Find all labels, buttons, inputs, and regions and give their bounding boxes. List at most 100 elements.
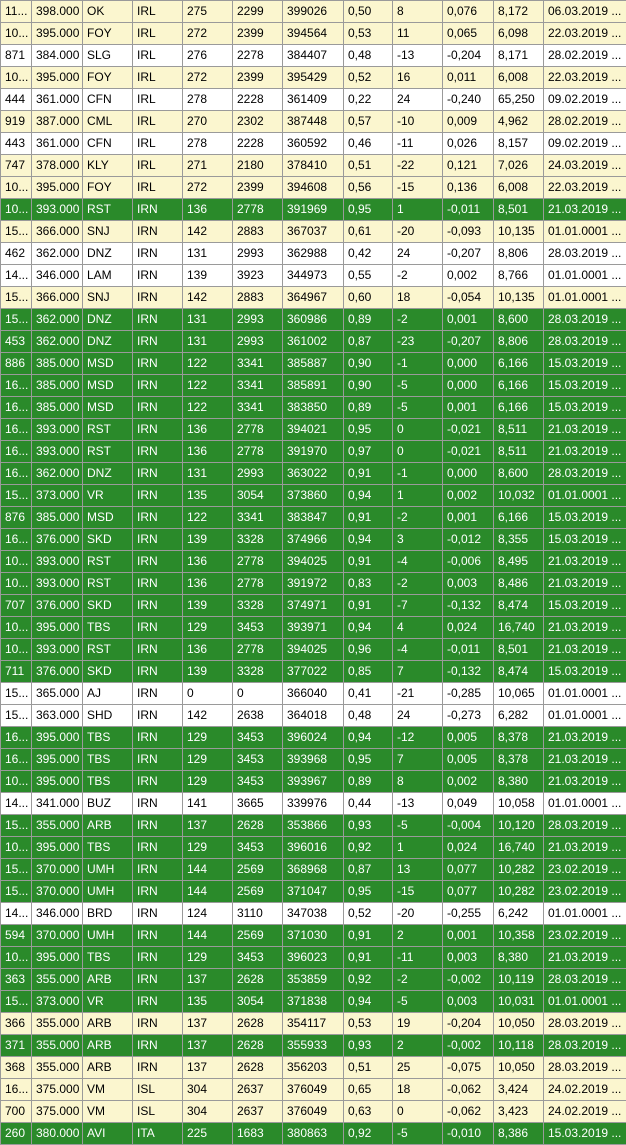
num-a-cell[interactable]: 139	[183, 529, 233, 551]
value-cell[interactable]: 6,166	[494, 397, 544, 419]
num-b-cell[interactable]: 2299	[233, 1, 283, 23]
value-cell[interactable]: 10,118	[494, 1035, 544, 1057]
date-cell[interactable]: 23.02.2019 ...	[544, 925, 626, 947]
value-cell[interactable]: 8,157	[494, 133, 544, 155]
price-cell[interactable]: 387.000	[32, 111, 83, 133]
code-cell[interactable]: SKD	[83, 661, 133, 683]
change-cell[interactable]: 0,049	[443, 793, 494, 815]
date-cell[interactable]: 01.01.0001 ...	[544, 287, 626, 309]
country-cell[interactable]: IRN	[133, 529, 183, 551]
ref-cell[interactable]: 399026	[283, 1, 344, 23]
delta-cell[interactable]: -11	[393, 947, 443, 969]
price-cell[interactable]: 378.000	[32, 155, 83, 177]
value-cell[interactable]: 10,120	[494, 815, 544, 837]
delta-cell[interactable]: 0	[393, 419, 443, 441]
date-cell[interactable]: 21.03.2019 ...	[544, 419, 626, 441]
code-cell[interactable]: UMH	[83, 881, 133, 903]
date-cell[interactable]: 21.03.2019 ...	[544, 947, 626, 969]
id-cell[interactable]: 11...	[1, 1, 32, 23]
country-cell[interactable]: IRL	[133, 177, 183, 199]
date-cell[interactable]: 06.03.2019 ...	[544, 1, 626, 23]
value-cell[interactable]: 10,135	[494, 221, 544, 243]
country-cell[interactable]: IRN	[133, 639, 183, 661]
table-row[interactable]: 14...346.000LAMIRN13939233449730,55-20,0…	[1, 265, 626, 287]
code-cell[interactable]: SNJ	[83, 287, 133, 309]
delta-cell[interactable]: 7	[393, 749, 443, 771]
num-b-cell[interactable]: 3110	[233, 903, 283, 925]
code-cell[interactable]: SKD	[83, 595, 133, 617]
ref-cell[interactable]: 394021	[283, 419, 344, 441]
delta-cell[interactable]: -20	[393, 221, 443, 243]
ratio-cell[interactable]: 0,89	[344, 771, 393, 793]
date-cell[interactable]: 22.03.2019 ...	[544, 177, 626, 199]
date-cell[interactable]: 01.01.0001 ...	[544, 903, 626, 925]
ref-cell[interactable]: 385887	[283, 353, 344, 375]
ref-cell[interactable]: 363022	[283, 463, 344, 485]
table-row[interactable]: 15...373.000VRIRN13530543738600,9410,002…	[1, 485, 626, 507]
price-cell[interactable]: 355.000	[32, 969, 83, 991]
ratio-cell[interactable]: 0,65	[344, 1079, 393, 1101]
date-cell[interactable]: 22.03.2019 ...	[544, 23, 626, 45]
delta-cell[interactable]: 0	[393, 1101, 443, 1123]
price-cell[interactable]: 395.000	[32, 947, 83, 969]
delta-cell[interactable]: -2	[393, 309, 443, 331]
id-cell[interactable]: 462	[1, 243, 32, 265]
ratio-cell[interactable]: 0,91	[344, 507, 393, 529]
ref-cell[interactable]: 366040	[283, 683, 344, 705]
ref-cell[interactable]: 339976	[283, 793, 344, 815]
ratio-cell[interactable]: 0,87	[344, 859, 393, 881]
country-cell[interactable]: IRN	[133, 1057, 183, 1079]
change-cell[interactable]: -0,062	[443, 1101, 494, 1123]
country-cell[interactable]: IRN	[133, 1013, 183, 1035]
table-row[interactable]: 16...375.000VMISL30426373760490,6518-0,0…	[1, 1079, 626, 1101]
num-b-cell[interactable]: 1683	[233, 1123, 283, 1145]
delta-cell[interactable]: -13	[393, 793, 443, 815]
ratio-cell[interactable]: 0,94	[344, 727, 393, 749]
table-row[interactable]: 10...393.000RSTIRN13627783940250,91-4-0,…	[1, 551, 626, 573]
id-cell[interactable]: 363	[1, 969, 32, 991]
num-b-cell[interactable]: 3453	[233, 837, 283, 859]
ratio-cell[interactable]: 0,93	[344, 815, 393, 837]
date-cell[interactable]: 21.03.2019 ...	[544, 199, 626, 221]
num-a-cell[interactable]: 278	[183, 133, 233, 155]
delta-cell[interactable]: -4	[393, 639, 443, 661]
id-cell[interactable]: 16...	[1, 529, 32, 551]
price-cell[interactable]: 385.000	[32, 353, 83, 375]
table-row[interactable]: 10...395.000TBSIRN12934533939670,8980,00…	[1, 771, 626, 793]
num-b-cell[interactable]: 2399	[233, 23, 283, 45]
delta-cell[interactable]: 25	[393, 1057, 443, 1079]
num-a-cell[interactable]: 124	[183, 903, 233, 925]
ratio-cell[interactable]: 0,87	[344, 331, 393, 353]
ref-cell[interactable]: 362988	[283, 243, 344, 265]
change-cell[interactable]: 0,000	[443, 353, 494, 375]
code-cell[interactable]: CFN	[83, 89, 133, 111]
id-cell[interactable]: 15...	[1, 309, 32, 331]
num-a-cell[interactable]: 131	[183, 309, 233, 331]
table-row[interactable]: 368355.000ARBIRN13726283562030,5125-0,07…	[1, 1057, 626, 1079]
num-b-cell[interactable]: 2778	[233, 199, 283, 221]
code-cell[interactable]: FOY	[83, 67, 133, 89]
table-row[interactable]: 707376.000SKDIRN13933283749710,91-7-0,13…	[1, 595, 626, 617]
ratio-cell[interactable]: 0,42	[344, 243, 393, 265]
num-a-cell[interactable]: 137	[183, 1013, 233, 1035]
price-cell[interactable]: 355.000	[32, 1035, 83, 1057]
table-row[interactable]: 10...395.000FOYIRL27223993946080,56-150,…	[1, 177, 626, 199]
ratio-cell[interactable]: 0,60	[344, 287, 393, 309]
num-a-cell[interactable]: 141	[183, 793, 233, 815]
country-cell[interactable]: IRN	[133, 573, 183, 595]
price-cell[interactable]: 346.000	[32, 903, 83, 925]
price-cell[interactable]: 355.000	[32, 1013, 83, 1035]
delta-cell[interactable]: 4	[393, 617, 443, 639]
change-cell[interactable]: 0,002	[443, 771, 494, 793]
value-cell[interactable]: 8,806	[494, 243, 544, 265]
change-cell[interactable]: -0,011	[443, 199, 494, 221]
table-row[interactable]: 366355.000ARBIRN13726283541170,5319-0,20…	[1, 1013, 626, 1035]
country-cell[interactable]: IRN	[133, 969, 183, 991]
country-cell[interactable]: IRN	[133, 441, 183, 463]
value-cell[interactable]: 6,008	[494, 177, 544, 199]
table-row[interactable]: 10...395.000FOYIRL27223993954290,52160,0…	[1, 67, 626, 89]
num-b-cell[interactable]: 2778	[233, 441, 283, 463]
delta-cell[interactable]: 24	[393, 705, 443, 727]
country-cell[interactable]: IRN	[133, 419, 183, 441]
country-cell[interactable]: IRN	[133, 199, 183, 221]
